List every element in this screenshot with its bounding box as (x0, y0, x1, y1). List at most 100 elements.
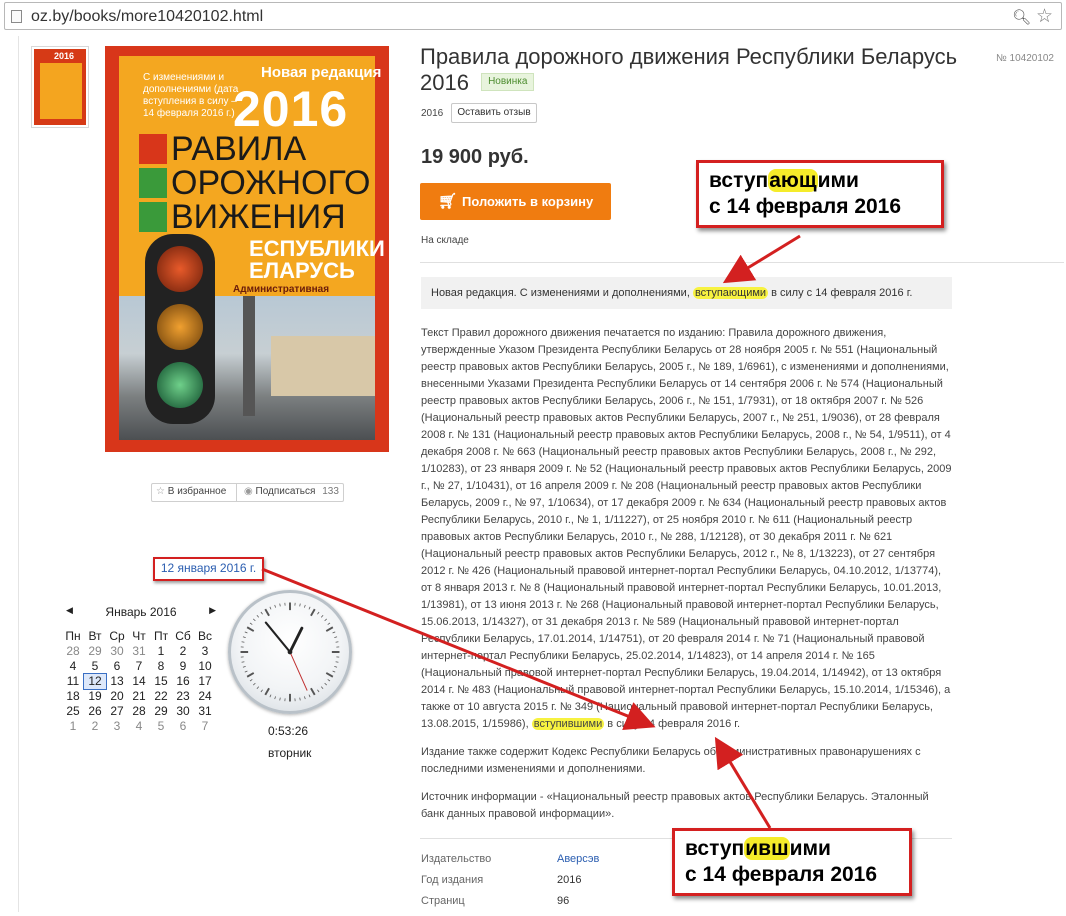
calendar-day[interactable]: 3 (194, 644, 216, 659)
product-year: 2016 (421, 108, 443, 119)
cover-letter-p (139, 134, 167, 164)
publisher-link[interactable]: Аверсэв (557, 853, 599, 865)
calendar-day[interactable]: 8 (150, 659, 172, 674)
calendar-day[interactable]: 23 (172, 689, 194, 704)
weekday-label: Ср (106, 629, 128, 644)
calendar-day[interactable]: 27 (106, 704, 128, 719)
yellow-lamp (157, 304, 203, 350)
calendar-day[interactable]: 24 (194, 689, 216, 704)
favorites-subscribe-bar: ☆ В избранное ◉ Подписаться 133 (151, 483, 344, 502)
clock-tick (309, 695, 310, 698)
green-lamp (157, 362, 203, 408)
calendar-day[interactable]: 20 (106, 689, 128, 704)
calendar-day[interactable]: 26 (84, 704, 106, 719)
calendar-day[interactable]: 25 (62, 704, 84, 719)
page-icon (11, 10, 22, 23)
prev-month-icon[interactable]: ◀ (66, 605, 73, 616)
calendar-day[interactable]: 9 (172, 659, 194, 674)
bookmark-star-icon[interactable]: ☆ (1036, 5, 1053, 28)
product-title: Правила дорожного движения Республики Бе… (420, 44, 990, 96)
cover-letter-d1 (139, 168, 167, 198)
calendar-day[interactable]: 2 (172, 644, 194, 659)
calendar-day[interactable]: 31 (128, 644, 150, 659)
book-cover[interactable]: С изменениями и дополнениями (дата вступ… (105, 46, 389, 452)
description-para-2: Издание также содержит Кодекс Республики… (421, 744, 953, 778)
calendar-day[interactable]: 3 (106, 719, 128, 734)
calendar-day[interactable]: 19 (84, 689, 106, 704)
calendar-day[interactable]: 6 (106, 659, 128, 674)
calendar-day[interactable]: 4 (62, 659, 84, 674)
description-para-3: Источник информации - «Национальный реес… (421, 789, 953, 823)
red-lamp (157, 246, 203, 292)
zoom-icon[interactable]: 🔍︎ (1012, 8, 1031, 26)
calendar-day[interactable]: 10 (194, 659, 216, 674)
calendar-day[interactable]: 1 (62, 719, 84, 734)
next-month-icon[interactable]: ▶ (209, 605, 216, 616)
clock-tick (311, 609, 315, 616)
cover-subtitle: С изменениями и дополнениями (дата вступ… (143, 72, 243, 120)
calendar-day[interactable]: 13 (106, 674, 128, 689)
clock-tick (325, 619, 327, 621)
address-bar[interactable]: oz.by/books/more10420102.html 🔍︎ ☆ (4, 2, 1062, 30)
clock-tick (265, 688, 269, 695)
clock-tick (242, 662, 245, 663)
calendar-day[interactable]: 14 (128, 674, 150, 689)
clock-tick (334, 637, 337, 638)
add-to-favorites-button[interactable]: ☆ В избранное (156, 486, 226, 497)
calendar-day[interactable]: 31 (194, 704, 216, 719)
calendar-day[interactable]: 15 (150, 674, 172, 689)
calendar-day[interactable]: 16 (172, 674, 194, 689)
cover-obelisk (243, 296, 255, 416)
clock-day: вторник (268, 746, 311, 760)
calendar-day[interactable]: 5 (84, 659, 106, 674)
calendar-day[interactable]: 22 (150, 689, 172, 704)
calendar-day[interactable]: 7 (194, 719, 216, 734)
calendar-day[interactable]: 30 (106, 644, 128, 659)
cover-building (271, 336, 375, 396)
subscribe-button[interactable]: ◉ Подписаться 133 (244, 486, 339, 497)
calendar-day[interactable]: 11 (62, 674, 84, 689)
clock-tick (280, 604, 281, 607)
calendar-day[interactable]: 1 (150, 644, 172, 659)
clock-tick (317, 690, 319, 692)
add-to-cart-button[interactable]: 🛒︎ Положить в корзину (420, 183, 611, 220)
calendar-day[interactable]: 21 (128, 689, 150, 704)
cover-thumbnail[interactable]: 2016 (31, 46, 89, 128)
calendar-day[interactable]: 28 (128, 704, 150, 719)
clock-time: 0:53:26 (268, 724, 308, 738)
clock-tick (311, 688, 315, 695)
calendar-day[interactable]: 29 (150, 704, 172, 719)
calendar-day[interactable]: 17 (194, 674, 216, 689)
clock-tick (336, 662, 339, 663)
clock-tick (336, 642, 339, 643)
clock-tick (265, 609, 269, 616)
clock-tick (317, 612, 319, 614)
calendar-day[interactable]: 29 (84, 644, 106, 659)
calendar-day[interactable]: 5 (150, 719, 172, 734)
calendar-day[interactable]: 2 (84, 719, 106, 734)
clock-tick (253, 619, 255, 621)
calendar-day[interactable]: 18 (62, 689, 84, 704)
clock-tick (304, 696, 305, 699)
clock-tick (270, 695, 271, 698)
calendar-day[interactable]: 30 (172, 704, 194, 719)
weekday-label: Пн (62, 629, 84, 644)
second-hand (290, 652, 307, 690)
clock-tick (309, 607, 310, 610)
clock-tick (245, 632, 248, 633)
clock-tick (253, 683, 255, 685)
clock-tick (326, 673, 333, 677)
clock-tick (270, 607, 271, 610)
clock-tick (243, 637, 246, 638)
page-border (18, 36, 19, 912)
calendar-day[interactable]: 28 (62, 644, 84, 659)
url-text[interactable]: oz.by/books/more10420102.html (31, 8, 263, 26)
leave-review-button[interactable]: Оставить отзыв (451, 103, 537, 123)
calendar-day[interactable]: 6 (172, 719, 194, 734)
calendar-day[interactable]: 7 (128, 659, 150, 674)
calendar-day[interactable]: 12 (84, 674, 106, 689)
calendar-day[interactable]: 4 (128, 719, 150, 734)
weekday-label: Вт (84, 629, 106, 644)
divider (420, 262, 1064, 263)
clock-tick (321, 615, 323, 617)
